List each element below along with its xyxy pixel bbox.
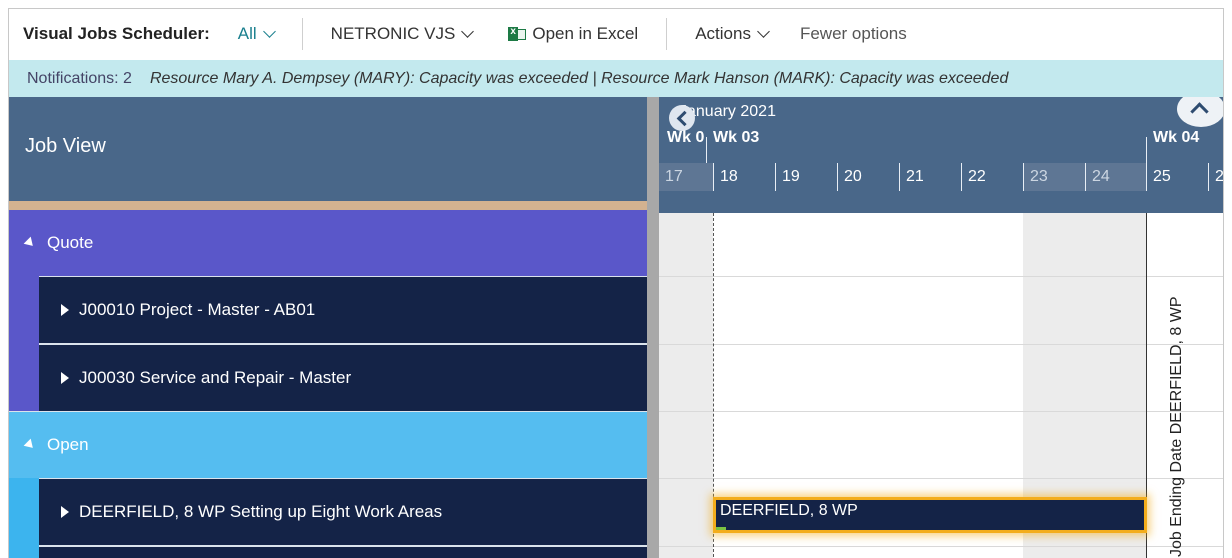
day-cell: 18: [713, 163, 775, 191]
day-cell: 25: [1146, 163, 1208, 191]
expand-icon[interactable]: [61, 506, 69, 518]
week-divider: [1146, 137, 1147, 163]
row-divider: [659, 478, 1223, 479]
pane-splitter[interactable]: [647, 97, 659, 558]
netronic-menu-label: NETRONIC VJS: [330, 24, 456, 43]
day-cell: 23: [1023, 163, 1085, 191]
collapse-icon: [23, 438, 37, 452]
notification-message[interactable]: Resource Mary A. Dempsey (MARY): Capacit…: [150, 70, 1008, 88]
job-view-title: Job View: [25, 135, 106, 157]
open-in-excel-label: Open in Excel: [532, 24, 639, 43]
job-view-header: Job View: [9, 97, 647, 201]
toolbar-separator: [301, 18, 303, 50]
scheduler-frame: Visual Jobs Scheduler: All NETRONIC VJS …: [8, 8, 1224, 558]
excel-icon: [508, 26, 527, 42]
group-label: Open: [47, 435, 89, 454]
timeline-body: Job Ending Date DEERFIELD, 8 WP DEERFIEL…: [659, 213, 1223, 558]
notification-bar: Notifications: 2 Resource Mary A. Dempse…: [9, 60, 1223, 97]
job-label: DEERFIELD, 8 WP Setting up Eight Work Ar…: [79, 502, 443, 521]
row-divider: [659, 276, 1223, 277]
collapse-icon: [23, 236, 37, 250]
job-view-pane: Job View Quote J00010 Project - Master -…: [9, 97, 647, 558]
scroll-left-icon[interactable]: [669, 105, 695, 131]
job-bar-progress: [716, 527, 726, 530]
row-divider: [659, 344, 1223, 345]
job-bar-label: DEERFIELD, 8 WP: [720, 502, 858, 519]
group-row-open[interactable]: Open: [9, 412, 647, 478]
week-label: Wk 0: [667, 129, 705, 146]
job-row[interactable]: [39, 547, 647, 558]
toolbar-separator: [666, 18, 668, 50]
day-cell: 24: [1085, 163, 1146, 191]
job-ending-date-label: Job Ending Date DEERFIELD, 8 WP: [1168, 296, 1185, 557]
week-label: Wk 03: [713, 129, 760, 146]
job-view-divider: [9, 201, 647, 210]
day-cell: 19: [775, 163, 837, 191]
group-indent-open: [9, 478, 39, 558]
actions-menu-label: Actions: [695, 24, 751, 43]
group-row-quote[interactable]: Quote: [9, 210, 647, 276]
timeline-pane: January 2021 Wk 0 Wk 03 Wk 04 17 18 19 2…: [659, 97, 1223, 558]
day-cell: 22: [961, 163, 1023, 191]
row-divider: [659, 411, 1223, 412]
timeline-header: January 2021 Wk 0 Wk 03 Wk 04 17 18 19 2…: [659, 97, 1223, 213]
day-cell: 20: [837, 163, 899, 191]
netronic-menu[interactable]: NETRONIC VJS: [330, 9, 475, 59]
job-bar[interactable]: DEERFIELD, 8 WP: [713, 497, 1147, 533]
week-label: Wk 04: [1153, 129, 1200, 146]
open-in-excel-button[interactable]: Open in Excel: [508, 9, 638, 59]
day-cell: 17: [659, 163, 713, 191]
group-label: Quote: [47, 233, 94, 252]
fewer-options-button[interactable]: Fewer options: [800, 9, 907, 59]
notification-count[interactable]: Notifications: 2: [27, 70, 132, 88]
job-row[interactable]: DEERFIELD, 8 WP Setting up Eight Work Ar…: [39, 479, 647, 545]
job-label: J00010 Project - Master - AB01: [79, 300, 316, 319]
day-cell: 21: [899, 163, 961, 191]
week-divider: [706, 137, 707, 163]
filter-dropdown[interactable]: All: [237, 9, 276, 59]
collapse-header-icon[interactable]: [1177, 97, 1223, 127]
job-row[interactable]: J00010 Project - Master - AB01: [39, 277, 647, 343]
job-ending-date-marker: Job Ending Date DEERFIELD, 8 WP: [1148, 217, 1185, 558]
row-divider: [659, 546, 1223, 547]
chevron-down-icon: [757, 25, 770, 38]
filter-dropdown-label: All: [237, 24, 257, 43]
group-indent-quote: [9, 276, 39, 411]
expand-icon[interactable]: [61, 304, 69, 316]
toolbar-title: Visual Jobs Scheduler:: [23, 24, 210, 43]
chevron-down-icon: [461, 25, 475, 38]
expand-icon[interactable]: [61, 372, 69, 384]
toolbar: Visual Jobs Scheduler: All NETRONIC VJS …: [9, 9, 1223, 59]
actions-menu[interactable]: Actions: [695, 9, 770, 59]
day-cell: 2: [1208, 163, 1223, 191]
weekend-column: [659, 213, 713, 558]
job-row[interactable]: J00030 Service and Repair - Master: [39, 345, 647, 411]
job-label: J00030 Service and Repair - Master: [79, 368, 352, 387]
chevron-down-icon: [262, 25, 276, 38]
